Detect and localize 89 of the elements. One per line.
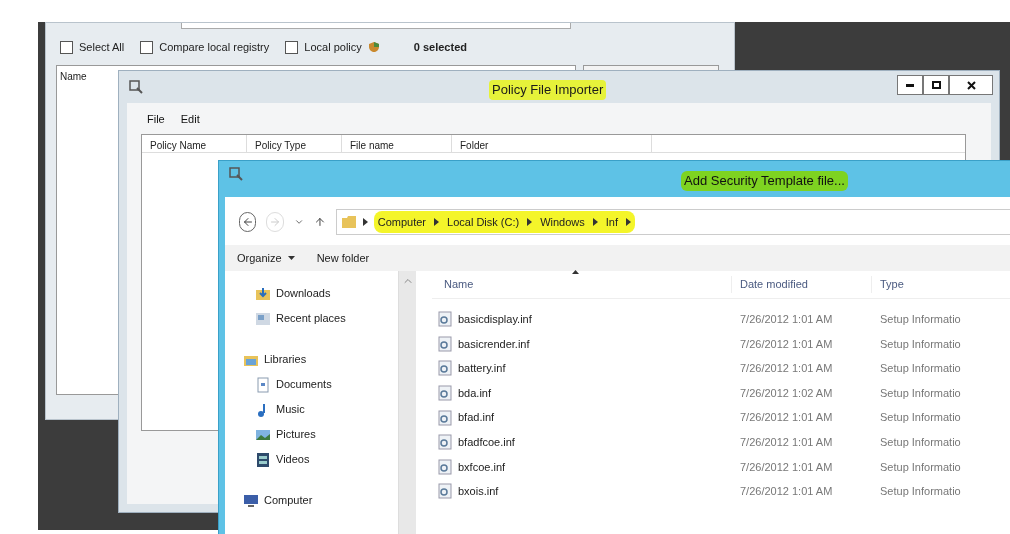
file-date: 7/26/2012 1:01 AM [739,361,834,377]
column-header[interactable]: Folder [452,135,652,152]
folder-icon [340,214,357,230]
file-name[interactable]: battery.inf [458,360,506,377]
checkbox-label: Local policy [304,40,362,55]
breadcrumb-item[interactable]: Computer [377,213,427,231]
downloads-icon [255,285,271,302]
file-type: Setup Informatio [879,459,961,475]
file-icon [438,434,452,451]
minimize-button[interactable] [897,75,923,95]
column-header: Name [59,70,88,84]
close-icon [966,80,976,90]
file-icon [438,360,452,377]
file-icon [438,385,452,402]
arrow-right-icon [268,216,281,228]
file-type: Setup Informatio [879,312,961,328]
file-name[interactable]: bfad.inf [458,409,495,426]
toolbar-button[interactable]: New folder [316,249,370,267]
column-header[interactable]: Type [872,276,904,293]
breadcrumb-arrow-icon [592,218,598,226]
scrollbar[interactable] [398,271,416,534]
nav-item[interactable]: Computer [243,488,313,513]
maximize-icon [931,81,941,89]
file-name[interactable]: bxfcoe.inf [458,458,506,476]
window-title: Policy File Importer [489,80,607,100]
videos-icon [255,451,271,468]
file-date: 7/26/2012 1:02 AM [739,385,834,401]
file-date: 7/26/2012 1:01 AM [739,484,834,500]
close-button[interactable] [949,75,993,95]
nav-item[interactable]: Downloads [255,281,331,306]
file-name[interactable]: basicdisplay.inf [458,311,532,328]
file-type: Setup Informatio [879,336,961,352]
breadcrumb-arrow-icon [527,218,533,226]
checkbox[interactable] [285,40,299,54]
address-bar[interactable]: Computer Local Disk (C:) Windows Inf [335,209,1010,235]
checkbox[interactable] [60,40,73,54]
breadcrumb-arrow-icon [434,218,440,226]
caret-icon [287,256,295,260]
breadcrumb-item[interactable]: Inf [605,213,618,231]
checkbox-label: Select All [79,40,125,55]
file-type: Setup Informatio [879,361,961,377]
breadcrumb-item[interactable]: Windows [540,213,585,231]
file-name[interactable]: bxois.inf [458,483,499,500]
file-icon [438,409,452,426]
file-type: Setup Informatio [879,484,961,500]
documents-icon [255,376,271,393]
file-type: Setup Informatio [879,385,961,401]
breadcrumb-item[interactable]: Local Disk (C:) [447,213,520,231]
column-header[interactable]: Name [432,276,732,293]
file-name[interactable]: bda.inf [458,384,492,402]
file-icon [438,335,452,352]
nav-item[interactable]: Videos [255,447,310,472]
file-date: 7/26/2012 1:01 AM [739,410,834,426]
column-header[interactable]: Date modified [732,276,872,293]
column-header[interactable]: Policy Name [142,135,247,152]
recent-icon [255,310,271,327]
breadcrumb-arrow-icon [626,218,631,226]
column-header[interactable]: File name [342,135,452,152]
checkbox-label: Compare local registry [159,40,270,55]
nav-item[interactable]: Recent places [255,306,346,331]
arrow-left-icon [241,216,254,228]
window-title: Add Security Template file... [681,171,848,191]
shield-icon [367,41,380,54]
checkbox[interactable] [140,40,154,54]
file-name[interactable]: basicrender.inf [458,335,530,353]
nav-item[interactable]: Libraries [243,347,307,372]
file-name[interactable]: bfadfcoe.inf [458,434,515,451]
file-type: Setup Informatio [879,410,961,426]
nav-item[interactable]: Pictures [255,422,316,447]
maximize-button[interactable] [923,75,949,95]
minimize-icon [906,83,914,87]
file-type: Setup Informatio [879,435,961,450]
menu-item[interactable]: File [147,111,165,131]
file-icon [438,483,452,500]
file-icon [438,311,452,328]
file-date: 7/26/2012 1:01 AM [739,312,834,328]
file-date: 7/26/2012 1:01 AM [739,435,834,450]
menu-item[interactable]: Edit [180,111,200,131]
nav-item[interactable]: Documents [255,372,332,397]
selected-count: 0 selected [413,40,467,55]
up-icon[interactable] [313,215,326,229]
column-header[interactable]: Policy Type [247,135,342,152]
organize-menu[interactable]: Organize [237,249,295,267]
computer-icon [243,492,259,509]
nav-item[interactable]: Music [255,397,305,422]
file-icon [438,458,452,475]
file-date: 7/26/2012 1:01 AM [739,336,834,352]
breadcrumb-arrow-icon [362,218,368,226]
file-date: 7/26/2012 1:01 AM [739,459,834,475]
